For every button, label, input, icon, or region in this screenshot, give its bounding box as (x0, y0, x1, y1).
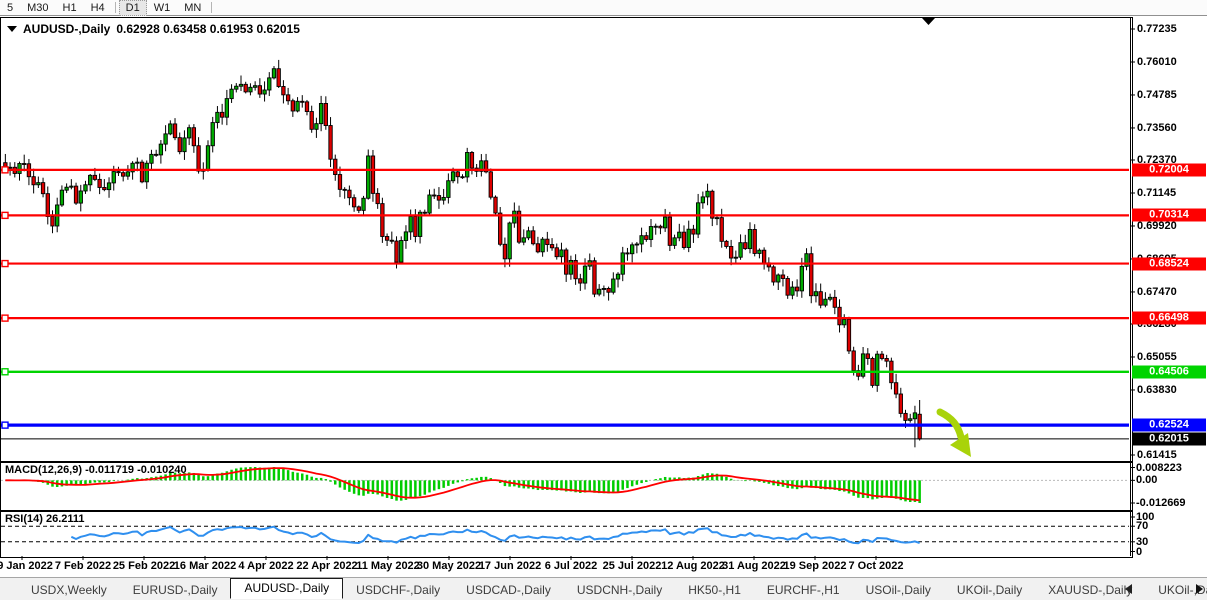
tab-usoil-daily[interactable]: USOil-,Daily (853, 580, 944, 600)
date-label: 25 Feb 2022 (113, 560, 175, 572)
rsi-axis-label: 0 (1136, 546, 1142, 558)
price-tick-label: 0.65055 (1137, 351, 1177, 363)
timeframe-button-mn[interactable]: MN (177, 1, 208, 15)
date-label: 12 Aug 2022 (661, 560, 725, 572)
tab-eurchf-h1[interactable]: EURCHF-,H1 (754, 580, 853, 600)
timeframe-toolbar: 5M30H1H4 D1W1MN (0, 0, 1207, 16)
mt4-chart-window: 5M30H1H4 D1W1MN AUDUSD-,Daily 0.62928 0.6… (0, 0, 1207, 600)
chart-symbol-label: AUDUSD-,Daily (23, 22, 110, 36)
tab-audusd-daily[interactable]: AUDUSD-,Daily (230, 578, 343, 599)
chart-ohlc-values: 0.62928 0.63458 0.61953 0.62015 (116, 22, 300, 36)
macd-axis-label: -0.012669 (1136, 497, 1186, 509)
hline-price-label-0.66498: 0.66498 (1132, 312, 1206, 325)
tab-scroll-left-icon[interactable] (1125, 584, 1132, 594)
hline-price-label-0.68524: 0.68524 (1132, 257, 1206, 270)
chart-tab-bar: USDX,WeeklyEURUSD-,DailyAUDUSD-,DailyUSD… (0, 577, 1207, 600)
rsi-indicator-label: RSI(14) 26.2111 (5, 513, 85, 525)
timeframe-button-w1[interactable]: W1 (147, 1, 178, 15)
macd-axis-label: 0.008223 (1136, 462, 1182, 474)
date-label: 22 Apr 2022 (296, 560, 357, 572)
timeframe-button-h1[interactable]: H1 (56, 1, 84, 15)
macd-indicator-label: MACD(12,26,9) -0.011719 -0.010240 (5, 464, 187, 476)
date-label: 4 Apr 2022 (238, 560, 293, 572)
date-label: 19 Jan 2022 (0, 560, 53, 572)
price-tick-label: 0.73560 (1137, 122, 1177, 134)
date-label: 6 Jul 2022 (545, 560, 598, 572)
tab-ukoil-daily[interactable]: UKOil-,Daily (944, 580, 1035, 600)
timeframe-button-5[interactable]: 5 (0, 1, 20, 15)
symbol-dropdown-icon (7, 26, 17, 32)
date-label: 30 May 2022 (417, 560, 481, 572)
tab-usdx-weekly[interactable]: USDX,Weekly (18, 580, 120, 600)
date-label: 25 Jul 2022 (603, 560, 662, 572)
timeframe-button-d1[interactable]: D1 (119, 0, 147, 16)
tab-eurusd-daily[interactable]: EURUSD-,Daily (120, 580, 231, 600)
hline-price-label-0.64506: 0.64506 (1132, 365, 1206, 378)
tab-scroll-right-icon[interactable] (1196, 584, 1203, 594)
date-label: 31 Aug 2022 (722, 560, 786, 572)
chart-title: AUDUSD-,Daily 0.62928 0.63458 0.61953 0.… (7, 22, 300, 36)
date-label: 16 Mar 2022 (174, 560, 236, 572)
price-tick-label: 0.76010 (1137, 56, 1177, 68)
price-tick-label: 0.77235 (1137, 23, 1177, 35)
date-label: 7 Feb 2022 (55, 560, 111, 572)
rsi-axis-label: 70 (1136, 520, 1148, 532)
tab-hk50-h1[interactable]: HK50-,H1 (675, 580, 754, 600)
timeframe-button-m30[interactable]: M30 (20, 1, 55, 15)
macd-axis-label: 0.00 (1136, 474, 1157, 486)
price-tick-label: 0.74785 (1137, 89, 1177, 101)
rsi-panel[interactable] (0, 511, 1133, 558)
hline-price-label-0.72004: 0.72004 (1132, 163, 1206, 176)
timeframe-button-h4[interactable]: H4 (84, 1, 112, 15)
toolbar-separator (115, 2, 116, 13)
date-label: 7 Oct 2022 (848, 560, 903, 572)
tab-usdchf-daily[interactable]: USDCHF-,Daily (343, 580, 453, 600)
price-tick-label: 0.67470 (1137, 286, 1177, 298)
price-tick-label: 0.71145 (1137, 187, 1176, 199)
date-label: 17 Jun 2022 (479, 560, 541, 572)
price-tick-label: 0.63830 (1137, 384, 1177, 396)
toolbar-separator (211, 2, 212, 13)
current-price-label: 0.62015 (1132, 432, 1206, 445)
price-tick-label: 0.61415 (1137, 449, 1177, 461)
date-label: 11 May 2022 (356, 560, 420, 572)
hline-price-label-0.70314: 0.70314 (1132, 209, 1206, 222)
tab-usdcnh-daily[interactable]: USDCNH-,Daily (564, 580, 675, 600)
price-chart-panel[interactable] (0, 17, 1133, 462)
hline-price-label-0.62524: 0.62524 (1132, 419, 1206, 432)
tab-usdcad-daily[interactable]: USDCAD-,Daily (453, 580, 564, 600)
date-label: 19 Sep 2022 (784, 560, 847, 572)
